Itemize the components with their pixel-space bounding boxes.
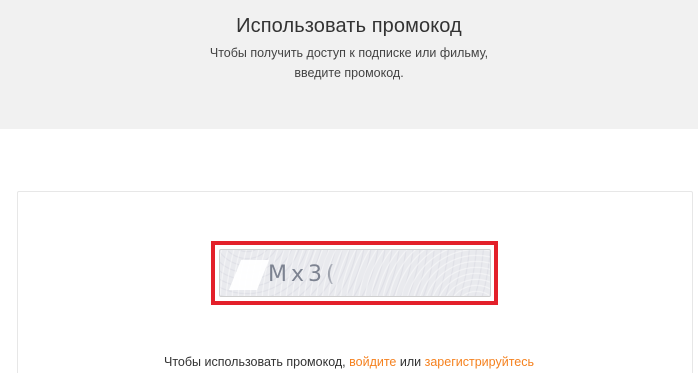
promo-code-field[interactable]: Mx3(: [219, 249, 491, 297]
promo-code-redaction: [228, 260, 270, 290]
page-subtitle-line-2: введите промокод.: [294, 66, 404, 80]
promo-page: Использовать промокод Чтобы получить дос…: [0, 0, 698, 373]
page-title: Использовать промокод: [236, 15, 462, 37]
register-link[interactable]: зарегистрируйтесь: [425, 355, 534, 369]
login-prompt-prefix: Чтобы использовать промокод,: [163, 355, 350, 369]
login-prompt: Чтобы использовать промокод, войдите или…: [0, 353, 698, 371]
promo-code-value: Mx3(: [268, 262, 339, 287]
page-subtitle: Чтобы получить доступ к подписке или фил…: [0, 43, 698, 83]
hero-section: Использовать промокод Чтобы получить дос…: [0, 0, 698, 129]
login-link[interactable]: войдите: [349, 355, 396, 369]
login-prompt-middle: или: [396, 355, 425, 369]
page-subtitle-line-1: Чтобы получить доступ к подписке или фил…: [209, 46, 489, 60]
